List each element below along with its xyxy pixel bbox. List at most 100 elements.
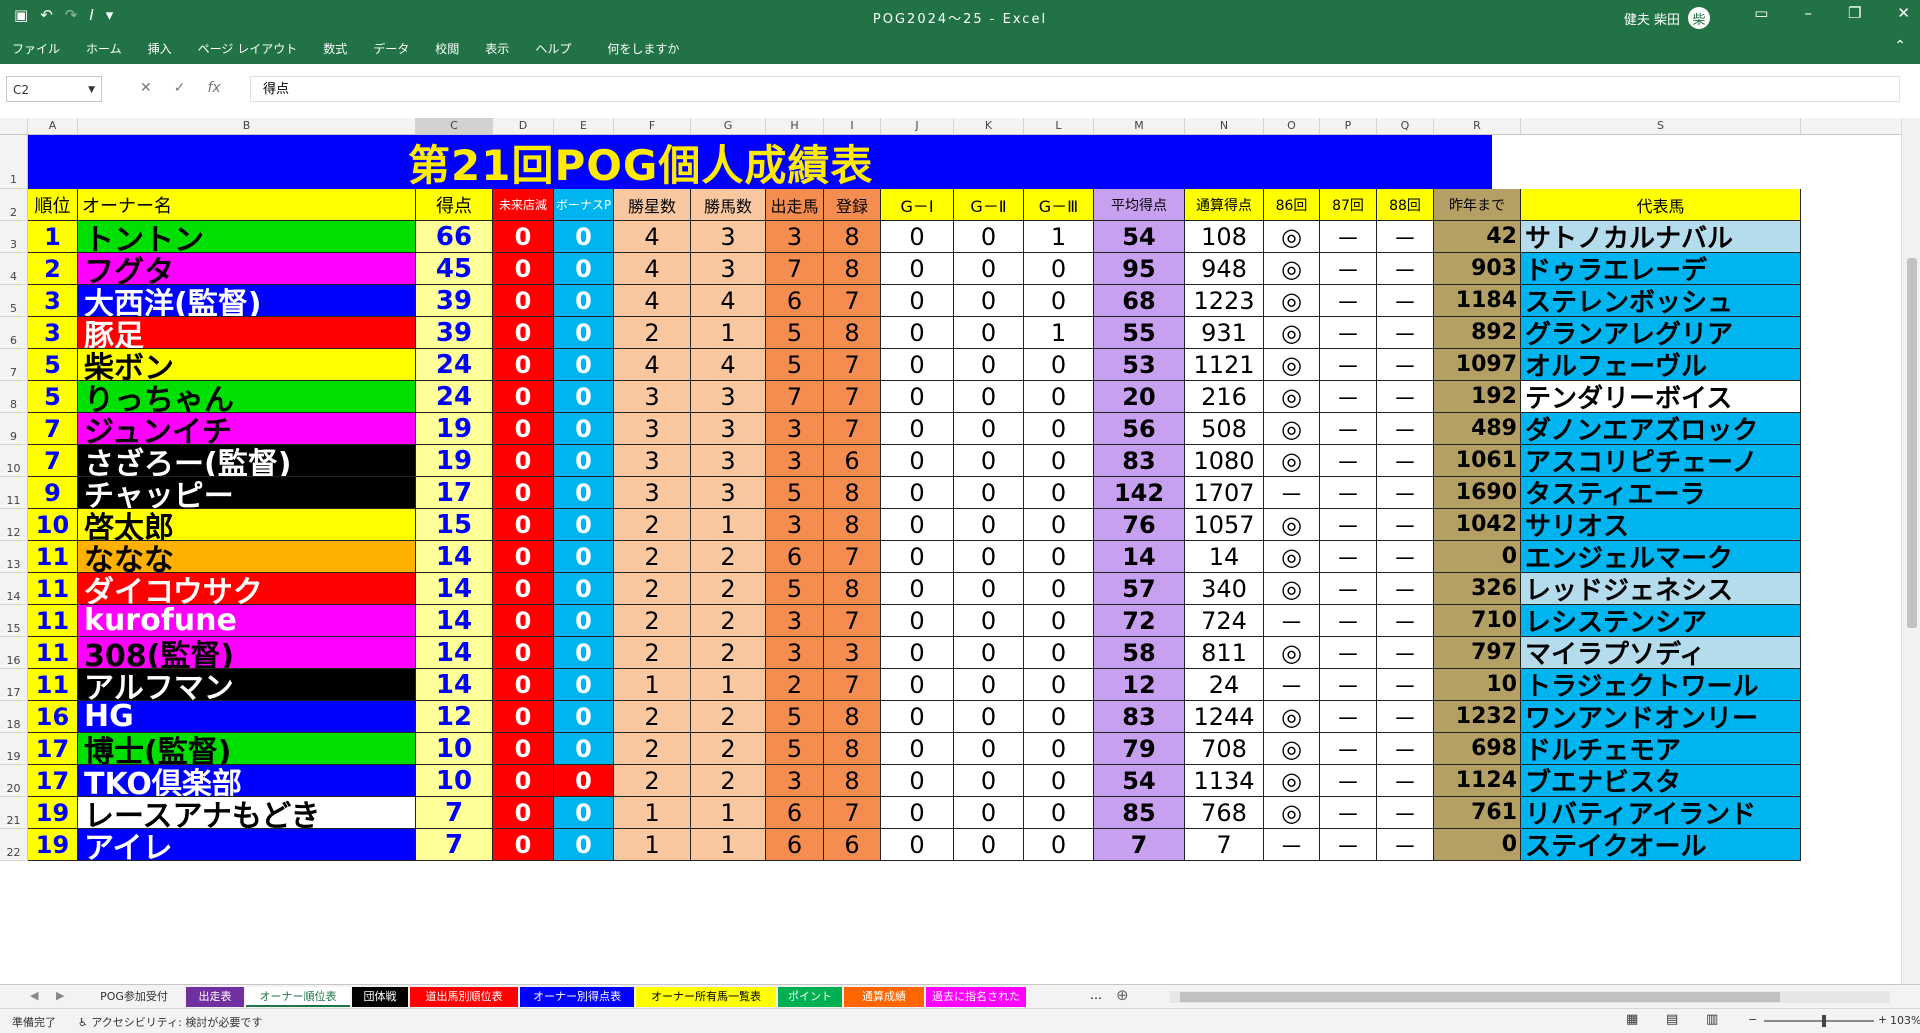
cell-g1[interactable]: 0 [881,509,954,541]
cell-winning-horses[interactable]: 2 [691,541,766,573]
row-header[interactable]: 19 [0,733,28,765]
cell-avg-points[interactable]: 83 [1094,701,1185,733]
cell-rank[interactable]: 3 [28,317,78,349]
cell-wins[interactable]: 1 [614,797,691,829]
cell-wins[interactable]: 1 [614,829,691,861]
cell-avg-points[interactable]: 20 [1094,381,1185,413]
cell-owner-name[interactable]: アイレ [78,829,416,861]
cell-avg-points[interactable]: 14 [1094,541,1185,573]
cell-rank[interactable]: 11 [28,605,78,637]
cell-86[interactable]: ◎ [1264,541,1320,573]
minimize-icon[interactable]: – [1804,4,1812,22]
row-header[interactable]: 5 [0,285,28,317]
cell-winning-horses[interactable]: 3 [691,413,766,445]
cell-bonus[interactable]: 0 [554,253,614,285]
cell-g2[interactable]: 0 [954,765,1024,797]
cell-g1[interactable]: 0 [881,349,954,381]
cell-points[interactable]: 66 [416,221,493,253]
cell-wins[interactable]: 2 [614,605,691,637]
cell-88[interactable]: － [1377,701,1434,733]
cell-miraiten[interactable]: 0 [493,605,554,637]
sheet-tab[interactable]: オーナー所有馬一覧表 [636,987,776,1007]
cell-wins[interactable]: 2 [614,317,691,349]
add-sheet-icon[interactable]: ⊕ [1116,986,1129,1004]
cell-rep-horse[interactable]: サトノカルナバル [1521,221,1801,253]
cell-bonus[interactable]: 0 [554,541,614,573]
cell-g3[interactable]: 0 [1024,349,1094,381]
header-wins[interactable]: 勝星数 [614,189,691,221]
row-header[interactable]: 4 [0,253,28,285]
cell-starters[interactable]: 3 [766,445,824,477]
cell-88[interactable]: － [1377,733,1434,765]
cell-g1[interactable]: 0 [881,829,954,861]
cell-88[interactable]: － [1377,477,1434,509]
cell-last-year[interactable]: 903 [1434,253,1521,285]
cell-rank[interactable]: 11 [28,637,78,669]
cell-points[interactable]: 17 [416,477,493,509]
header-g1[interactable]: G－Ⅰ [881,189,954,221]
accessibility-status[interactable]: ♿ アクセシビリティ: 検討が必要です [78,1014,262,1030]
cell-g2[interactable]: 0 [954,701,1024,733]
cell-88[interactable]: － [1377,285,1434,317]
cell-winning-horses[interactable]: 2 [691,573,766,605]
cell-87[interactable]: － [1320,573,1377,605]
cell-rank[interactable]: 17 [28,765,78,797]
row-header[interactable]: 1 [0,135,28,189]
ribbon-tab[interactable]: 表示 [485,40,509,57]
cell-g2[interactable]: 0 [954,317,1024,349]
row-header[interactable]: 9 [0,413,28,445]
cell-winning-horses[interactable]: 2 [691,765,766,797]
cell-last-year[interactable]: 892 [1434,317,1521,349]
cell-points[interactable]: 14 [416,669,493,701]
enter-icon[interactable]: ✓ [174,80,186,96]
sheet-tab[interactable]: ポイント [778,987,842,1007]
cell-points[interactable]: 14 [416,605,493,637]
cell-87[interactable]: － [1320,477,1377,509]
cell-starters[interactable]: 3 [766,637,824,669]
cell-winning-horses[interactable]: 3 [691,445,766,477]
cell-86[interactable]: － [1264,669,1320,701]
cell-total-points[interactable]: 1057 [1185,509,1264,541]
cell-miraiten[interactable]: 0 [493,829,554,861]
zoom-out-icon[interactable]: − [1748,1013,1757,1026]
cell-bonus[interactable]: 0 [554,477,614,509]
sheet-tab[interactable]: 出走表 [186,987,244,1007]
cell-starters[interactable]: 3 [766,413,824,445]
cell-86[interactable]: ◎ [1264,317,1320,349]
cell-rep-horse[interactable]: トラジェクトワール [1521,669,1801,701]
cell-registered[interactable]: 7 [824,285,881,317]
cell-points[interactable]: 14 [416,541,493,573]
cell-last-year[interactable]: 797 [1434,637,1521,669]
cell-registered[interactable]: 8 [824,477,881,509]
cell-avg-points[interactable]: 68 [1094,285,1185,317]
cell-rep-horse[interactable]: レシステンシア [1521,605,1801,637]
cell-starters[interactable]: 5 [766,701,824,733]
cell-registered[interactable]: 7 [824,541,881,573]
cell-g3[interactable]: 0 [1024,445,1094,477]
cell-g1[interactable]: 0 [881,445,954,477]
cell-86[interactable]: ◎ [1264,701,1320,733]
header-g2[interactable]: G－Ⅱ [954,189,1024,221]
cell-g1[interactable]: 0 [881,381,954,413]
cell-miraiten[interactable]: 0 [493,349,554,381]
cell-87[interactable]: － [1320,221,1377,253]
cell-bonus[interactable]: 0 [554,445,614,477]
cell-88[interactable]: － [1377,573,1434,605]
cell-miraiten[interactable]: 0 [493,477,554,509]
cell-87[interactable]: － [1320,669,1377,701]
sheet-tab[interactable]: オーナー順位表 [246,987,350,1007]
next-sheet-icon[interactable]: ▶ [56,989,64,1002]
cell-owner-name[interactable]: kurofune [78,605,416,637]
cell-rank[interactable]: 11 [28,573,78,605]
cell-bonus[interactable]: 0 [554,797,614,829]
cell-rep-horse[interactable]: ステイクオール [1521,829,1801,861]
row-header[interactable]: 11 [0,477,28,509]
cell-winning-horses[interactable]: 2 [691,701,766,733]
row-header[interactable]: 21 [0,797,28,829]
cell-g3[interactable]: 0 [1024,413,1094,445]
header-88[interactable]: 88回 [1377,189,1434,221]
cell-registered[interactable]: 8 [824,733,881,765]
cell-bonus[interactable]: 0 [554,669,614,701]
cell-wins[interactable]: 4 [614,349,691,381]
cell-rank[interactable]: 17 [28,733,78,765]
